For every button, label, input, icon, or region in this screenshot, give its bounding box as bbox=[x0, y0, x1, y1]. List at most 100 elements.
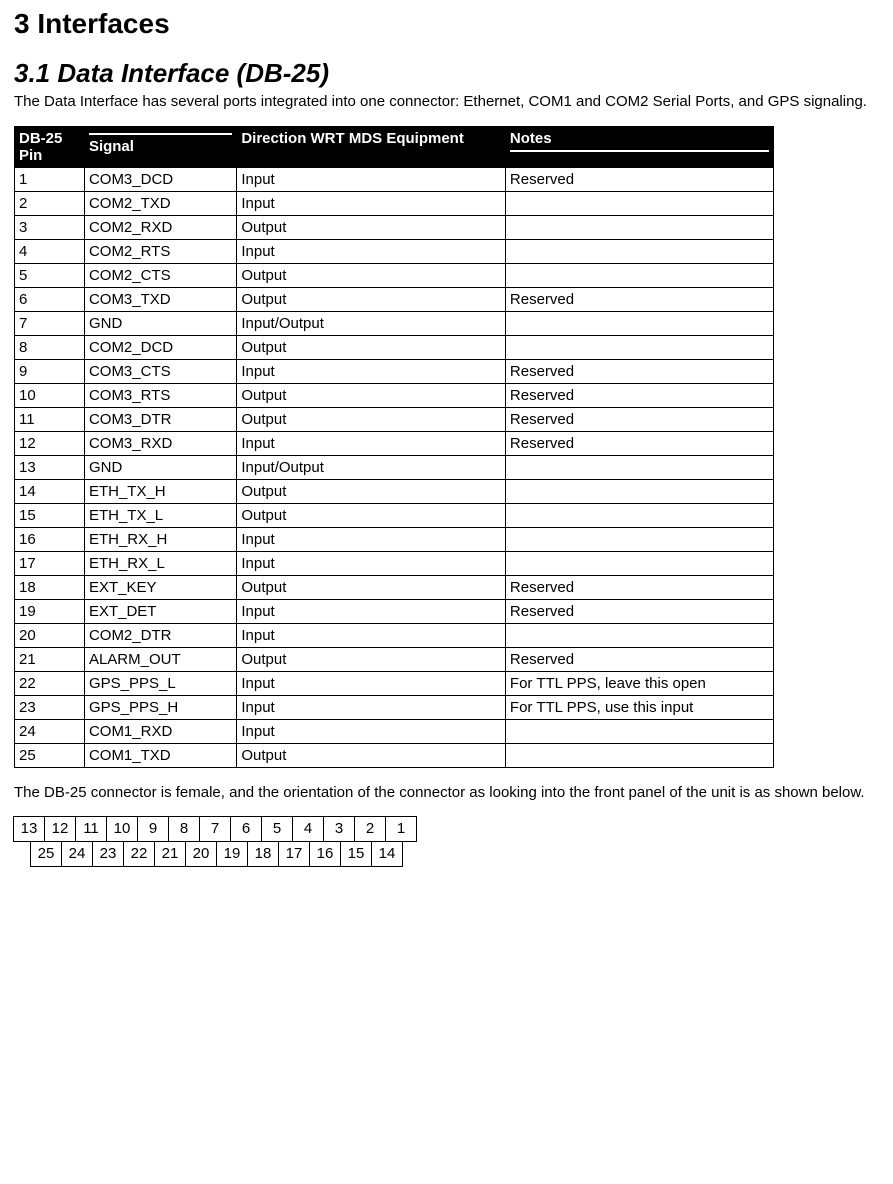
connector-row-bottom: 252423222120191817161514 bbox=[31, 842, 879, 867]
cell-dir: Output bbox=[237, 407, 506, 431]
cell-notes: Reserved bbox=[505, 431, 773, 455]
th-notes: Notes bbox=[505, 126, 773, 167]
cell-pin: 6 bbox=[15, 287, 85, 311]
connector-pin: 23 bbox=[92, 841, 124, 867]
cell-signal: COM1_TXD bbox=[84, 743, 236, 767]
cell-notes: For TTL PPS, leave this open bbox=[505, 671, 773, 695]
cell-signal: GND bbox=[84, 455, 236, 479]
cell-dir: Output bbox=[237, 383, 506, 407]
cell-dir: Input bbox=[237, 671, 506, 695]
cell-notes bbox=[505, 215, 773, 239]
cell-notes bbox=[505, 335, 773, 359]
th-pin: DB-25 Pin bbox=[15, 126, 85, 167]
cell-dir: Output bbox=[237, 575, 506, 599]
cell-notes bbox=[505, 479, 773, 503]
table-row: 22GPS_PPS_LInputFor TTL PPS, leave this … bbox=[15, 671, 774, 695]
cell-dir: Output bbox=[237, 479, 506, 503]
cell-pin: 10 bbox=[15, 383, 85, 407]
cell-notes: Reserved bbox=[505, 647, 773, 671]
th-notes-label: Notes bbox=[510, 130, 552, 147]
cell-signal: ALARM_OUT bbox=[84, 647, 236, 671]
connector-pin: 10 bbox=[106, 816, 138, 842]
cell-notes bbox=[505, 263, 773, 287]
cell-signal: COM2_TXD bbox=[84, 191, 236, 215]
cell-dir: Input bbox=[237, 719, 506, 743]
cell-dir: Output bbox=[237, 647, 506, 671]
table-row: 3COM2_RXDOutput bbox=[15, 215, 774, 239]
connector-pin: 3 bbox=[323, 816, 355, 842]
cell-notes: For TTL PPS, use this input bbox=[505, 695, 773, 719]
connector-pin: 5 bbox=[261, 816, 293, 842]
connector-pin: 25 bbox=[30, 841, 62, 867]
cell-dir: Input bbox=[237, 551, 506, 575]
connector-pin: 1 bbox=[385, 816, 417, 842]
cell-signal: COM3_RTS bbox=[84, 383, 236, 407]
table-row: 23GPS_PPS_HInputFor TTL PPS, use this in… bbox=[15, 695, 774, 719]
table-row: 2COM2_TXDInput bbox=[15, 191, 774, 215]
cell-signal: COM2_RTS bbox=[84, 239, 236, 263]
cell-pin: 12 bbox=[15, 431, 85, 455]
connector-pin: 16 bbox=[309, 841, 341, 867]
cell-signal: EXT_DET bbox=[84, 599, 236, 623]
cell-dir: Output bbox=[237, 743, 506, 767]
connector-pin: 7 bbox=[199, 816, 231, 842]
cell-pin: 13 bbox=[15, 455, 85, 479]
cell-dir: Input bbox=[237, 431, 506, 455]
th-signal-label: Signal bbox=[89, 138, 134, 155]
table-row: 18EXT_KEYOutputReserved bbox=[15, 575, 774, 599]
cell-dir: Input/Output bbox=[237, 455, 506, 479]
table-row: 16ETH_RX_HInput bbox=[15, 527, 774, 551]
cell-pin: 5 bbox=[15, 263, 85, 287]
cell-notes bbox=[505, 623, 773, 647]
table-row: 10COM3_RTSOutputReserved bbox=[15, 383, 774, 407]
cell-pin: 25 bbox=[15, 743, 85, 767]
cell-signal: COM3_DTR bbox=[84, 407, 236, 431]
connector-pin: 8 bbox=[168, 816, 200, 842]
connector-pin: 15 bbox=[340, 841, 372, 867]
cell-dir: Input bbox=[237, 623, 506, 647]
cell-signal: ETH_RX_H bbox=[84, 527, 236, 551]
cell-dir: Output bbox=[237, 335, 506, 359]
connector-pin: 17 bbox=[278, 841, 310, 867]
cell-signal: COM2_DCD bbox=[84, 335, 236, 359]
cell-notes bbox=[505, 311, 773, 335]
cell-notes: Reserved bbox=[505, 359, 773, 383]
cell-dir: Input/Output bbox=[237, 311, 506, 335]
cell-signal: COM3_DCD bbox=[84, 167, 236, 191]
connector-pin: 9 bbox=[137, 816, 169, 842]
table-row: 1COM3_DCDInputReserved bbox=[15, 167, 774, 191]
cell-pin: 8 bbox=[15, 335, 85, 359]
table-row: 6COM3_TXDOutputReserved bbox=[15, 287, 774, 311]
cell-signal: ETH_TX_H bbox=[84, 479, 236, 503]
connector-pin: 12 bbox=[44, 816, 76, 842]
cell-signal: EXT_KEY bbox=[84, 575, 236, 599]
cell-dir: Input bbox=[237, 599, 506, 623]
cell-pin: 20 bbox=[15, 623, 85, 647]
cell-notes bbox=[505, 719, 773, 743]
cell-pin: 18 bbox=[15, 575, 85, 599]
cell-dir: Output bbox=[237, 215, 506, 239]
cell-dir: Output bbox=[237, 287, 506, 311]
cell-dir: Output bbox=[237, 503, 506, 527]
table-row: 9COM3_CTSInputReserved bbox=[15, 359, 774, 383]
connector-row-top: 13121110987654321 bbox=[14, 817, 879, 842]
cell-dir: Input bbox=[237, 191, 506, 215]
table-row: 24COM1_RXDInput bbox=[15, 719, 774, 743]
cell-signal: COM2_RXD bbox=[84, 215, 236, 239]
connector-pin: 2 bbox=[354, 816, 386, 842]
cell-pin: 15 bbox=[15, 503, 85, 527]
cell-signal: GND bbox=[84, 311, 236, 335]
connector-pin: 11 bbox=[75, 816, 107, 842]
cell-pin: 11 bbox=[15, 407, 85, 431]
cell-notes bbox=[505, 527, 773, 551]
table-row: 19EXT_DETInputReserved bbox=[15, 599, 774, 623]
table-header-row: DB-25 Pin Signal Direction WRT MDS Equip… bbox=[15, 126, 774, 167]
pin-table: DB-25 Pin Signal Direction WRT MDS Equip… bbox=[14, 126, 774, 768]
connector-pin: 21 bbox=[154, 841, 186, 867]
table-row: 11COM3_DTROutputReserved bbox=[15, 407, 774, 431]
cell-signal: COM2_CTS bbox=[84, 263, 236, 287]
cell-dir: Input bbox=[237, 359, 506, 383]
cell-pin: 23 bbox=[15, 695, 85, 719]
cell-signal: GPS_PPS_H bbox=[84, 695, 236, 719]
cell-signal: COM3_RXD bbox=[84, 431, 236, 455]
